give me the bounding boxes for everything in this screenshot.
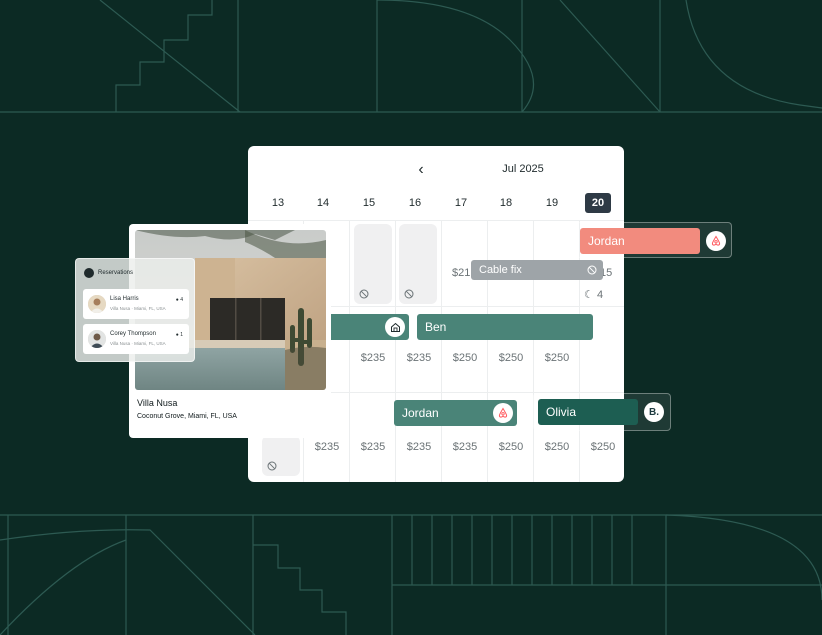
grid-line [395,220,396,482]
booking-bar-direct[interactable] [325,314,409,340]
block-reason: Cable fix [479,264,522,276]
dollar-icon [84,268,94,278]
guest-avatar [88,295,106,313]
guest-name: Jordan [402,406,439,420]
airbnb-icon [493,403,513,423]
guest-name: Jordan [588,234,625,248]
guest-name: Corey Thompson [110,331,156,337]
day-header-today[interactable]: 20 [585,193,611,213]
price-cell[interactable]: 15 [600,267,620,279]
price-cell[interactable]: $250 [535,441,579,453]
blocked-icon [267,461,277,471]
price-cell[interactable]: $235 [443,441,487,453]
day-header: 19 [545,197,559,209]
booking-bar-jordan-bottom[interactable]: Jordan [394,400,517,426]
min-nights-count: 4 [596,289,604,301]
reservation-item[interactable]: Corey Thompson Villa Nusa · Miami, FL, U… [83,324,189,354]
day-header: 17 [454,197,468,209]
price-cell[interactable]: $235 [397,441,441,453]
reservation-item[interactable]: Lisa Harris Villa Nusa · Miami, FL, USA … [83,289,189,319]
blocked-day-cell[interactable] [262,436,300,476]
reservations-panel: Reservations Lisa Harris Villa Nusa · Mi… [75,258,195,362]
day-header: 16 [408,197,422,209]
day-header: 14 [316,197,330,209]
blocked-day-cell[interactable] [354,224,392,304]
price-cell[interactable]: $235 [351,441,395,453]
price-cell[interactable]: $250 [489,352,533,364]
grid-line [248,220,624,221]
booking-bar-jordan-airbnb[interactable]: Jordan [580,228,700,254]
guest-avatar [88,330,106,348]
blocked-icon [587,265,597,275]
guest-name: Ben [425,320,447,334]
grid-line [441,220,442,482]
guest-address: Villa Nusa · Miami, FL, USA [110,306,166,311]
reservations-header: Reservations [84,268,133,278]
blocked-day-cell[interactable] [399,224,437,304]
blocked-icon [359,289,369,299]
calendar-navigation: ‹ Jul 2025 [248,146,624,194]
booking-bar-olivia[interactable]: Olivia [538,399,638,425]
grid-line [349,220,350,482]
price-cell[interactable]: $250 [535,352,579,364]
reservations-title: Reservations [98,270,134,276]
price-cell[interactable]: $235 [305,441,349,453]
home-icon [385,317,405,337]
price-cell[interactable]: $235 [397,352,441,364]
calendar-month-label: Jul 2025 [502,163,544,175]
price-cell[interactable]: $235 [351,352,395,364]
guest-count: ● 4 [175,297,183,303]
moon-icon: ☾ [584,289,594,301]
person-icon: ● [175,297,179,303]
guest-address: Villa Nusa · Miami, FL, USA [110,341,166,346]
day-header: 15 [362,197,376,209]
person-icon: ● [175,332,179,338]
blocked-icon [404,289,414,299]
chevron-left-icon[interactable]: ‹ [413,162,429,178]
booking-bar-cable-fix[interactable]: Cable fix [471,260,603,280]
price-cell[interactable]: $250 [443,352,487,364]
day-header: 18 [499,197,513,209]
price-cell[interactable]: $250 [581,441,624,453]
booking-bar-ben[interactable]: Ben [417,314,593,340]
property-name: Villa Nusa [137,398,178,408]
day-header: 13 [271,197,285,209]
property-address: Coconut Grove, Miami, FL, USA [137,413,237,420]
price-cell[interactable]: $250 [489,441,533,453]
guest-count: ● 1 [175,332,183,338]
booking-com-icon: B. [644,402,664,422]
guest-name: Lisa Harris [110,296,139,302]
guest-name: Olivia [546,405,577,419]
airbnb-icon [706,231,726,251]
min-nights-indicator: ☾ 4 [584,288,603,301]
